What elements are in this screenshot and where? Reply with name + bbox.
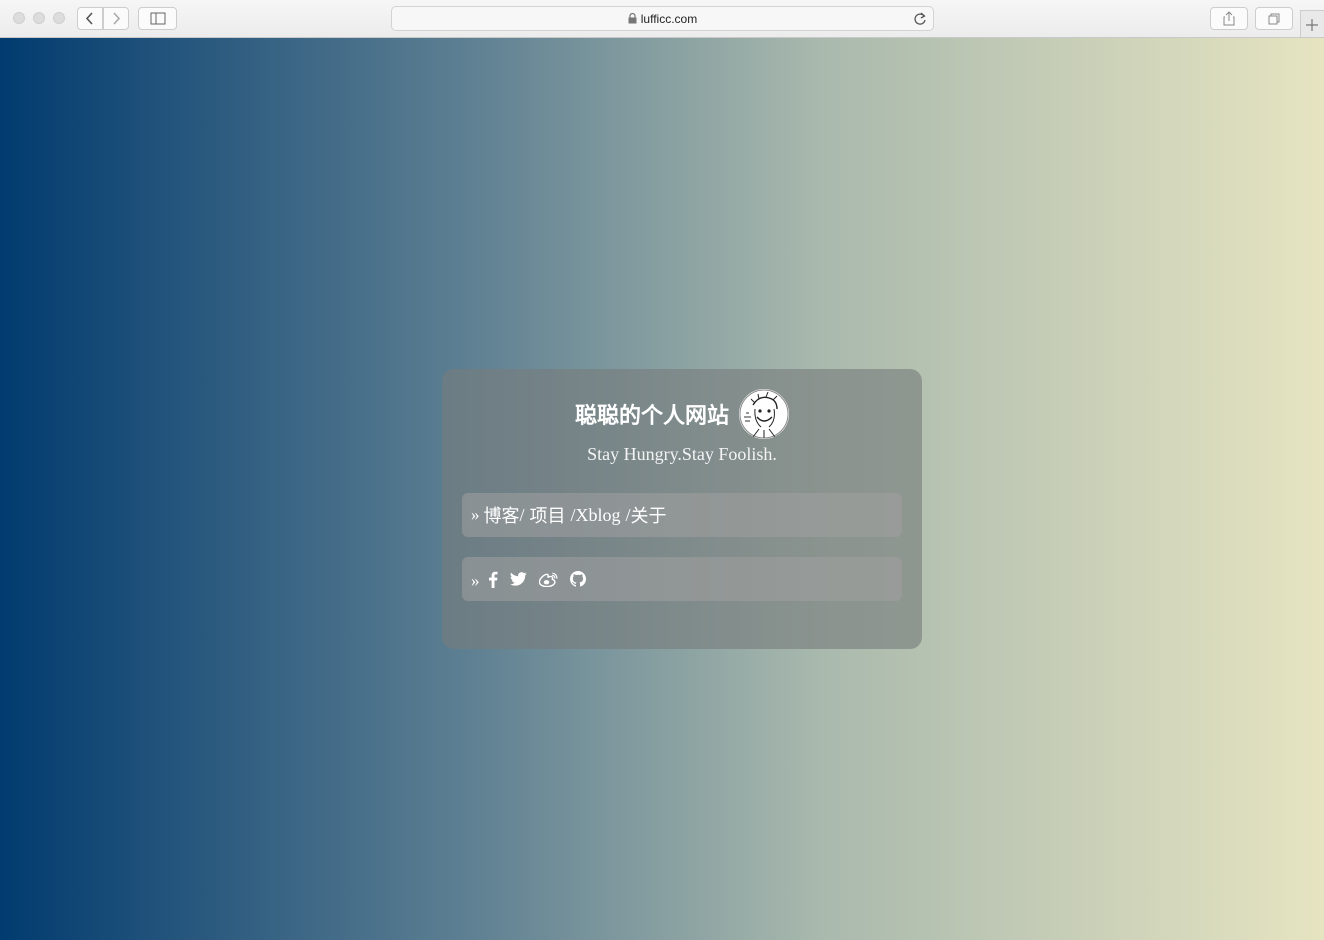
back-button[interactable] — [77, 7, 103, 30]
social-prefix: » — [471, 571, 480, 590]
page-background: 聪聪的个人网站 Stay Hungry.Stay Foolish. » 博客/ — [0, 38, 1324, 940]
avatar — [739, 389, 789, 439]
nav-link-about[interactable]: 关于 — [631, 502, 667, 528]
chevron-right-icon — [113, 12, 121, 25]
github-link[interactable] — [569, 571, 586, 587]
nav-bar: » 博客 / 项目 / Xblog / 关于 — [462, 493, 902, 537]
url-text: lufficc.com — [640, 11, 698, 26]
facebook-icon — [488, 571, 497, 588]
weibo-icon — [538, 572, 557, 587]
profile-card: 聪聪的个人网站 Stay Hungry.Stay Foolish. » 博客/ — [442, 369, 922, 649]
tabs-icon — [1268, 13, 1280, 25]
nav-link-blog[interactable]: 博客 — [484, 502, 520, 528]
new-tab-button[interactable] — [1300, 10, 1324, 37]
minimize-window-button[interactable] — [33, 12, 45, 24]
zoom-window-button[interactable] — [53, 12, 65, 24]
social-bar: » — [462, 557, 902, 601]
close-window-button[interactable] — [13, 12, 25, 24]
share-button[interactable] — [1210, 7, 1248, 30]
header: 聪聪的个人网站 — [442, 388, 922, 440]
facebook-link[interactable] — [488, 571, 498, 588]
reload-icon[interactable] — [913, 11, 927, 26]
nav-link-xblog[interactable]: Xblog — [576, 505, 621, 526]
nav-separator: / — [519, 504, 525, 525]
sidebar-icon — [150, 12, 166, 25]
sidebar-button[interactable] — [138, 7, 177, 30]
weibo-link[interactable] — [538, 572, 558, 587]
browser-toolbar: lufficc.com — [0, 0, 1324, 38]
share-icon — [1223, 11, 1235, 26]
nav-prefix: » — [471, 505, 480, 524]
twitter-icon — [509, 572, 527, 586]
avatar-sketch-icon — [739, 389, 789, 439]
chevron-left-icon — [85, 12, 93, 25]
site-subtitle: Stay Hungry.Stay Foolish. — [587, 444, 777, 464]
address-bar[interactable]: lufficc.com — [391, 6, 934, 31]
forward-button[interactable] — [103, 7, 129, 30]
tabs-overview-button[interactable] — [1255, 7, 1293, 30]
site-title: 聪聪的个人网站 — [574, 403, 729, 429]
plus-icon — [1306, 19, 1318, 31]
github-icon — [569, 571, 586, 587]
lock-icon — [628, 13, 637, 24]
nav-link-projects[interactable]: 项目 — [530, 502, 566, 528]
twitter-link[interactable] — [509, 572, 527, 586]
